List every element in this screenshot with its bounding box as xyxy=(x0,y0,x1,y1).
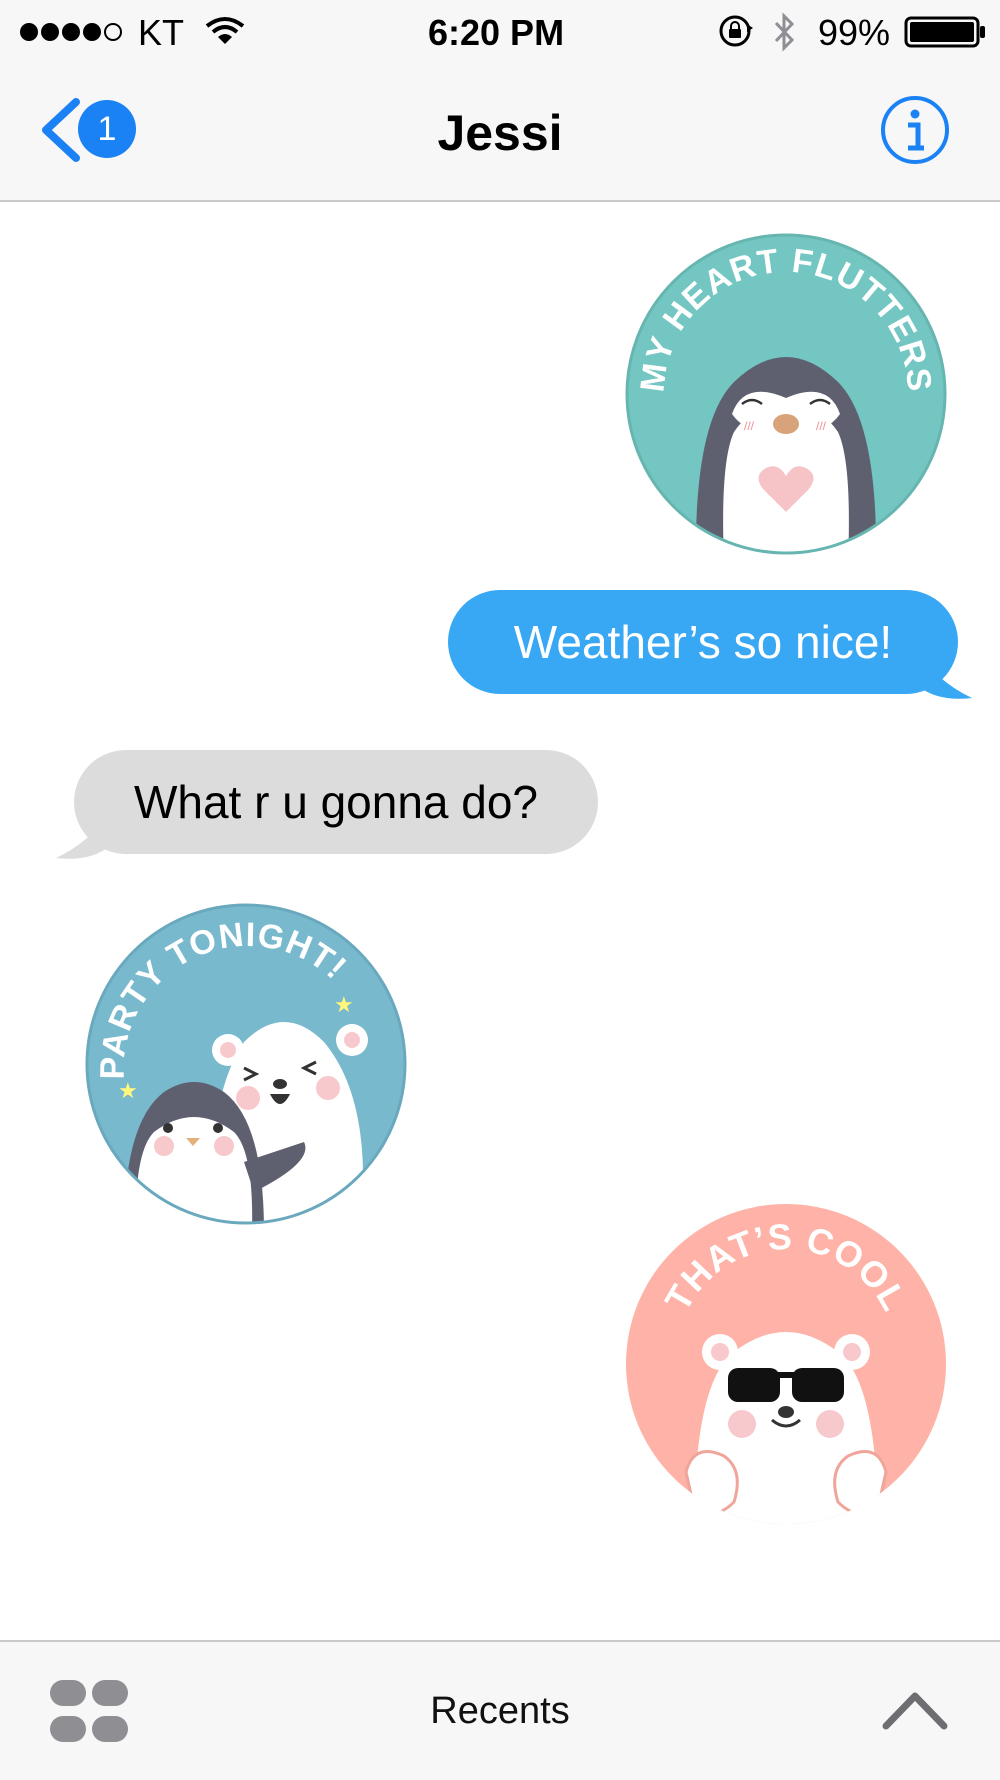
navigation-bar: 1 Jessi xyxy=(0,62,1000,202)
info-button[interactable] xyxy=(880,95,950,165)
status-time: 6:20 PM xyxy=(428,12,565,53)
message-list[interactable]: /// /// MY HEART FLUTTERS Weather’s so n… xyxy=(0,200,1000,1640)
expand-button[interactable] xyxy=(880,1682,950,1738)
bubble-tail xyxy=(918,652,972,699)
bear-sunglasses-sticker: THAT’S COOL xyxy=(626,1204,946,1524)
svg-text:///: /// xyxy=(744,419,755,433)
battery-percent: 99% xyxy=(818,12,891,53)
penguin-bear-party-sticker: ★ ★ PARTY TONIGHT! xyxy=(85,903,407,1225)
signal-dots-icon xyxy=(20,23,122,41)
battery-icon xyxy=(904,16,985,48)
sticker-thats-cool[interactable]: THAT’S COOL xyxy=(624,1202,948,1526)
outgoing-message-bubble[interactable]: Weather’s so nice! xyxy=(448,590,958,694)
svg-text:★: ★ xyxy=(118,1078,138,1103)
incoming-message-bubble[interactable]: What r u gonna do? xyxy=(74,750,598,854)
recents-label[interactable]: Recents xyxy=(0,1690,1000,1733)
message-text: What r u gonna do? xyxy=(133,776,539,828)
wifi-icon xyxy=(205,17,245,44)
sticker-party-tonight[interactable]: ★ ★ PARTY TONIGHT! xyxy=(84,902,408,1226)
carrier-label: KT xyxy=(138,12,185,53)
info-icon xyxy=(881,96,949,164)
chevron-up-icon xyxy=(882,1692,948,1730)
status-bar: KT 6:20 PM 99% xyxy=(0,0,1000,62)
sticker-heart-flutters[interactable]: /// /// MY HEART FLUTTERS xyxy=(624,232,948,556)
sticker-toolbar: Recents xyxy=(0,1640,1000,1780)
penguin-heart-sticker: /// /// MY HEART FLUTTERS xyxy=(625,233,947,555)
svg-text:///: /// xyxy=(816,419,827,433)
svg-text:★: ★ xyxy=(334,992,354,1017)
conversation-title: Jessi xyxy=(437,105,563,161)
rotation-lock-icon xyxy=(719,15,753,47)
bubble-tail xyxy=(56,812,110,859)
bluetooth-icon xyxy=(774,12,795,52)
message-text: Weather’s so nice! xyxy=(513,616,893,668)
